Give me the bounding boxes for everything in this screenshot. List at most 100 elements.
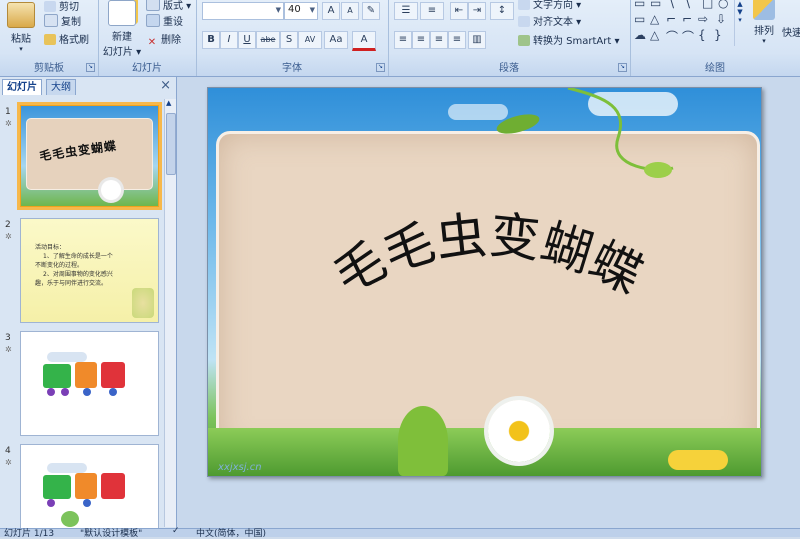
animation-star-icon: ✲ (5, 458, 12, 467)
animation-star-icon: ✲ (5, 232, 12, 241)
copy-button[interactable]: 复制 (44, 13, 81, 28)
clipboard-launcher-icon[interactable]: ↘ (86, 63, 95, 72)
align-left-icon[interactable]: ≡ (394, 31, 412, 49)
watermark: xxjxsj.cn (218, 462, 262, 473)
numbering-icon[interactable]: ≡ (420, 2, 444, 20)
char-spacing-button[interactable]: AV (298, 31, 322, 49)
delete-slide-button[interactable]: ✕ 删除 (146, 31, 181, 48)
paste-icon (7, 2, 35, 28)
slide-title-art: 毛毛虫变蝴蝶 (325, 206, 651, 305)
flower-image (132, 288, 154, 318)
font-launcher-icon[interactable]: ↘ (376, 63, 385, 72)
cut-button[interactable]: 剪切 (44, 0, 79, 13)
align-right-icon[interactable]: ≡ (430, 31, 448, 49)
daisy-image (101, 180, 121, 200)
leaf-image (398, 406, 448, 476)
close-icon[interactable]: × (160, 78, 171, 93)
paragraph-launcher-icon[interactable]: ↘ (618, 63, 627, 72)
font-group-label: 字体 (282, 63, 302, 74)
text-direction-button[interactable]: 文字方向 ▾ (518, 0, 581, 11)
slide-number: 1 (5, 107, 11, 117)
bullets-icon[interactable]: ☰ (394, 2, 418, 20)
rectangle-icon: ▭ (634, 12, 646, 26)
align-text-icon (518, 16, 530, 27)
slide-number: 4 (5, 446, 11, 456)
tab-outline[interactable]: 大纲 (46, 79, 76, 95)
pane-tabs: 幻灯片 大纲 × (0, 77, 176, 95)
reset-icon (146, 14, 160, 27)
convert-smartart-button[interactable]: 转换为 SmartArt ▾ (518, 32, 620, 47)
clipboard-group: 粘贴 ▾ 剪切 复制 格式刷 剪贴板 ↘ (0, 0, 99, 76)
spellcheck-icon[interactable]: ✓ (172, 526, 180, 536)
font-size-combo[interactable]: 40 ▼ (284, 2, 318, 20)
line-spacing-icon[interactable]: ↕ (490, 2, 514, 20)
clipboard-group-label: 剪贴板 (34, 63, 64, 74)
layout-icon (146, 0, 160, 11)
pane-scrollbar[interactable]: ▲ (164, 99, 176, 527)
clear-format-icon[interactable]: ✎ (362, 2, 380, 20)
format-painter-button[interactable]: 格式刷 (44, 31, 89, 46)
underline-button[interactable]: U (238, 31, 256, 49)
scroll-up-icon[interactable]: ▲ (166, 99, 171, 107)
layout-button[interactable]: 版式 ▾ (146, 0, 191, 12)
italic-button[interactable]: I (220, 31, 238, 49)
thumb-text: 活动目标： 1、了解生命的成长是一个 不断变化的过程。 2、对周围事物的变化感兴… (35, 244, 113, 287)
slide-title: 毛毛虫变蝴蝶 (325, 206, 651, 305)
chevron-down-icon: ▼ (275, 6, 281, 14)
strikethrough-button[interactable]: abe (256, 31, 280, 49)
paragraph-group: ☰ ≡ ⇤ ⇥ ↕ 文字方向 ▾ 对齐文本 ▾ 转换为 SmartArt ▾ ≡… (388, 0, 631, 76)
font-color-button[interactable]: A (352, 31, 376, 51)
train-image (43, 352, 143, 396)
columns-icon[interactable]: ▥ (468, 31, 486, 49)
slide-thumbnail-2[interactable]: 活动目标： 1、了解生命的成长是一个 不断变化的过程。 2、对周围事物的变化感兴… (20, 218, 159, 323)
language[interactable]: 中文(简体，中国) (196, 526, 266, 539)
animation-star-icon: ✲ (5, 345, 12, 354)
scissors-icon (44, 1, 56, 12)
font-name-combo[interactable]: ▼ (202, 2, 284, 20)
justify-icon[interactable]: ≡ (448, 31, 466, 49)
arrange-button[interactable]: 排列 ▾ (750, 0, 778, 45)
slide-thumbnail-1[interactable]: 毛毛虫变蝴蝶 (17, 102, 162, 210)
slide-thumbnail-4[interactable] (20, 444, 159, 530)
gallery-scroll[interactable]: ▲ ▼ ▾ (734, 0, 745, 46)
align-text-button[interactable]: 对齐文本 ▾ (518, 13, 581, 28)
arrow-right-icon: ⇨ (698, 12, 709, 26)
scrollbar-thumb[interactable] (166, 113, 176, 175)
slides-pane: 幻灯片 大纲 × 1 ✲ 毛毛虫变蝴蝶 2 ✲ 活动目标： 1、了解生命的成长是… (0, 77, 177, 530)
arrange-icon (753, 0, 775, 20)
slide-number: 3 (5, 333, 11, 343)
animation-star-icon: ✲ (5, 119, 12, 128)
new-slide-button[interactable]: 新建 幻灯片 ▾ (102, 0, 142, 58)
copy-icon (44, 14, 58, 27)
bold-button[interactable]: B (202, 31, 220, 49)
drawing-group: ▭ ▭ \ \ □ ○ ▭ △ ⌐ ⌐ ⇨ ⇩ ☁ △ ⌒ ⌒{} ▲ ▼ ▾ 排列 ▾ 快速 绘图 (630, 0, 800, 76)
shrink-font-button[interactable]: A (341, 2, 359, 20)
paste-button[interactable]: 粘贴 ▾ (6, 2, 36, 53)
reset-button[interactable]: 重设 (146, 13, 183, 28)
tab-slides[interactable]: 幻灯片 (2, 79, 42, 95)
ribbon: 粘贴 ▾ 剪切 复制 格式刷 剪贴板 ↘ 新建 幻灯片 ▾ 版式 ▾ 重设 ✕ 删… (0, 0, 800, 77)
slide-editor: 毛毛虫变蝴蝶 xxjxsj.cn (177, 77, 800, 528)
smartart-icon (518, 35, 530, 46)
change-case-button[interactable]: Aa (324, 31, 348, 49)
align-center-icon[interactable]: ≡ (412, 31, 430, 49)
theme-name[interactable]: "默认设计模板" (80, 526, 142, 539)
caterpillar-image (61, 511, 79, 527)
slide-canvas[interactable]: 毛毛虫变蝴蝶 xxjxsj.cn (207, 87, 762, 477)
delete-icon: ✕ (147, 37, 157, 48)
daisy-image (488, 400, 550, 462)
drawing-group-label: 绘图 (705, 63, 725, 74)
slides-group-label: 幻灯片 (132, 63, 162, 74)
train-image (43, 463, 143, 507)
triangle-icon: △ (650, 12, 660, 26)
quick-styles-button[interactable]: 快速 (782, 24, 800, 39)
arrow-down-icon: ⇩ (716, 12, 727, 26)
text-direction-icon (518, 0, 530, 10)
chevron-down-icon: ▼ (309, 6, 315, 14)
shadow-button[interactable]: S (280, 31, 298, 49)
slide-thumbnail-3[interactable] (20, 331, 159, 436)
grow-font-button[interactable]: A (322, 2, 340, 20)
slide-number: 2 (5, 220, 11, 230)
decrease-indent-icon[interactable]: ⇤ (450, 2, 468, 20)
increase-indent-icon[interactable]: ⇥ (468, 2, 486, 20)
